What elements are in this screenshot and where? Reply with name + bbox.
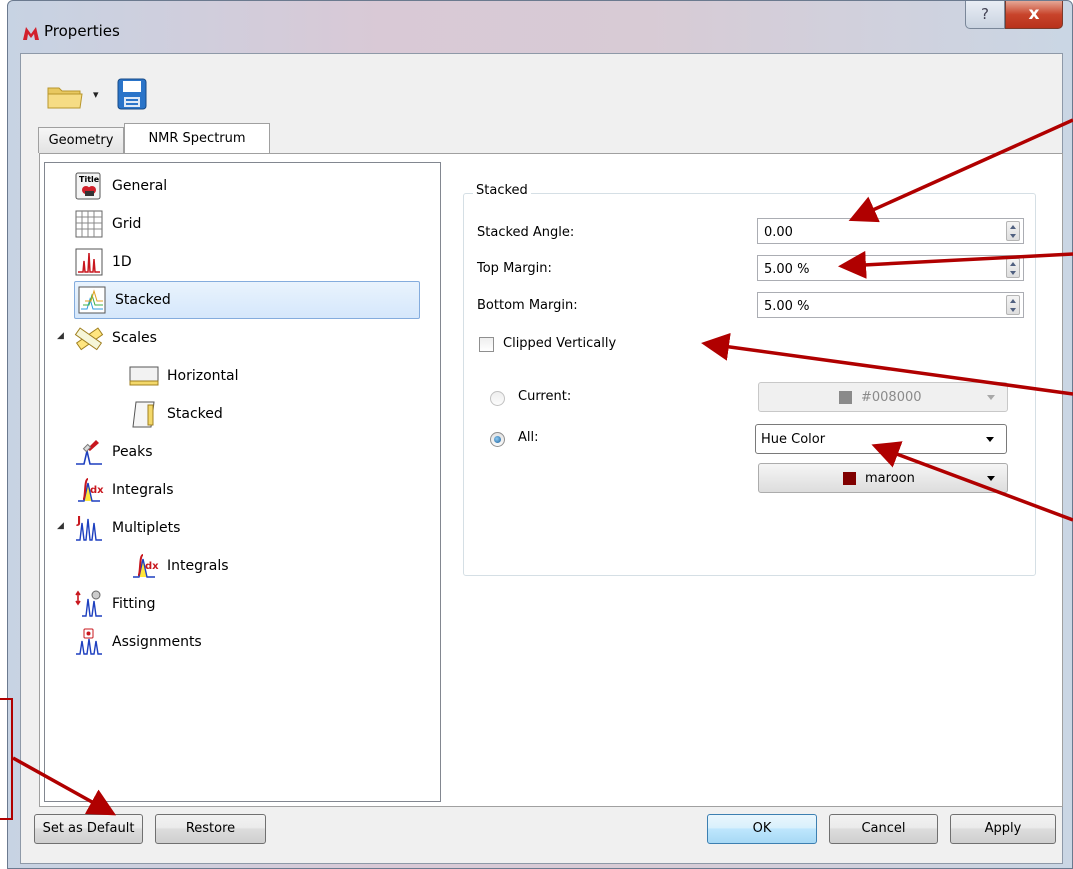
stacked-group-title: Stacked: [473, 183, 531, 198]
current-radio[interactable]: [490, 391, 505, 406]
all-mode-value: Hue Color: [761, 432, 826, 447]
tree-item-peaks[interactable]: Peaks: [74, 433, 153, 471]
tab-nmr-spectrum[interactable]: NMR Spectrum: [124, 123, 270, 153]
tree-item-assignments[interactable]: Assignments: [74, 623, 202, 661]
all-radio[interactable]: [490, 432, 505, 447]
tree-item-stacked[interactable]: Stacked: [74, 281, 420, 319]
bottom-margin-label: Bottom Margin:: [477, 298, 578, 313]
current-color-swatch: [839, 391, 852, 404]
svg-text:J: J: [76, 514, 81, 527]
tree-item-multiplets[interactable]: J Multiplets: [74, 509, 180, 547]
tree-item-fitting[interactable]: Fitting: [74, 585, 156, 623]
clipped-vertically-checkbox[interactable]: [479, 337, 494, 352]
all-color-swatch: [843, 472, 856, 485]
fitting-icon: [75, 590, 102, 617]
tree-item-label: Scales: [112, 330, 157, 346]
peaks-icon: [76, 440, 102, 465]
current-color-combo[interactable]: #008000: [758, 382, 1008, 412]
tree-item-label: Assignments: [112, 634, 202, 650]
stacked-angle-value: 0.00: [764, 225, 793, 240]
tree-item-label: Multiplets: [112, 520, 181, 536]
vertical-scale-icon: [132, 401, 155, 428]
grid-icon: [75, 210, 103, 238]
tree-item-label: Integrals: [112, 482, 174, 498]
top-margin-value: 5.00 %: [764, 262, 810, 277]
stacked-icon: [78, 286, 106, 314]
tree-item-label: Grid: [112, 216, 142, 232]
svg-text:dx: dx: [145, 561, 159, 572]
tab-nmr-spectrum-label: NMR Spectrum: [148, 131, 246, 146]
tree-item-label: Horizontal: [167, 368, 239, 384]
folder-open-icon[interactable]: [47, 84, 83, 110]
cancel-button[interactable]: Cancel: [829, 814, 938, 844]
all-radio-label[interactable]: All:: [518, 430, 539, 445]
bottom-margin-spinbox[interactable]: 5.00 %: [757, 292, 1024, 318]
tree-item-horizontal[interactable]: Horizontal: [129, 357, 238, 395]
annotation-box: [0, 698, 13, 820]
expand-arrow-icon[interactable]: ◢: [57, 331, 64, 341]
dialog-client-area: ▾ Geometry NMR Spectrum Title General Gr…: [20, 53, 1063, 864]
chevron-down-icon: [987, 476, 995, 481]
tree-item-scales[interactable]: Scales: [74, 319, 157, 357]
title-icon: Title: [75, 172, 101, 200]
tree-item-label: 1D: [112, 254, 132, 270]
integrals-icon: dx: [133, 554, 159, 578]
open-dropdown-icon[interactable]: ▾: [93, 88, 99, 101]
tree-item-label: Peaks: [112, 444, 153, 460]
all-color-combo[interactable]: maroon: [758, 463, 1008, 493]
ruler-icon: [74, 327, 104, 351]
top-margin-label: Top Margin:: [477, 261, 552, 276]
tree-item-general[interactable]: Title General: [74, 167, 167, 205]
integrals-icon: dx: [78, 478, 104, 502]
horizontal-scale-icon: [129, 366, 159, 386]
chevron-down-icon: [987, 395, 995, 400]
tree-item-1d[interactable]: 1D: [74, 243, 132, 281]
help-button[interactable]: ?: [965, 1, 1005, 29]
tree-item-label: Integrals: [167, 558, 229, 574]
tab-geometry[interactable]: Geometry: [38, 127, 124, 153]
tab-geometry-label: Geometry: [48, 133, 114, 148]
window-title: Properties: [44, 22, 120, 40]
ok-button[interactable]: OK: [707, 814, 817, 844]
app-logo-icon: [23, 27, 39, 40]
tree-item-label: Fitting: [112, 596, 156, 612]
spin-arrows-icon[interactable]: [1006, 258, 1020, 278]
tree-item-integrals[interactable]: dx Integrals: [74, 471, 174, 509]
clipped-vertically-label[interactable]: Clipped Vertically: [503, 336, 616, 351]
all-color-value: maroon: [865, 471, 915, 486]
svg-text:dx: dx: [90, 485, 104, 496]
floppy-save-icon[interactable]: [117, 78, 147, 110]
tree-item-label: Stacked: [115, 292, 171, 308]
tree-item-label: Stacked: [167, 406, 223, 422]
apply-button[interactable]: Apply: [950, 814, 1056, 844]
current-color-value: #008000: [861, 390, 922, 405]
all-mode-combo[interactable]: Hue Color: [755, 424, 1007, 454]
chevron-down-icon: [986, 437, 994, 442]
spin-arrows-icon[interactable]: [1006, 295, 1020, 315]
close-button[interactable]: x: [1005, 1, 1063, 29]
assignments-icon: [76, 628, 102, 655]
stacked-angle-label: Stacked Angle:: [477, 225, 575, 240]
current-radio-label[interactable]: Current:: [518, 389, 571, 404]
title-bar[interactable]: Properties ? x: [8, 1, 1072, 53]
stacked-angle-spinbox[interactable]: 0.00: [757, 218, 1024, 244]
top-margin-spinbox[interactable]: 5.00 %: [757, 255, 1024, 281]
bottom-margin-value: 5.00 %: [764, 299, 810, 314]
restore-button[interactable]: Restore: [155, 814, 266, 844]
svg-text:Title: Title: [79, 175, 100, 184]
tree-item-stacked-scale[interactable]: Stacked: [129, 395, 223, 433]
expand-arrow-icon[interactable]: ◢: [57, 521, 64, 531]
tree-item-multiplet-integrals[interactable]: dx Integrals: [129, 547, 229, 585]
spectrum-1d-icon: [75, 248, 103, 276]
settings-tree[interactable]: Title General Grid 1D Stacked ◢ Scales H…: [44, 162, 441, 802]
tree-item-label: General: [112, 178, 168, 194]
spin-arrows-icon[interactable]: [1006, 221, 1020, 241]
tree-item-grid[interactable]: Grid: [74, 205, 141, 243]
properties-window: Properties ? x ▾ Geometry NMR Spectrum T…: [7, 0, 1073, 869]
set-as-default-button[interactable]: Set as Default: [34, 814, 143, 844]
multiplets-icon: J: [76, 514, 102, 541]
tree-item-selection-highlight: Stacked: [74, 281, 420, 319]
